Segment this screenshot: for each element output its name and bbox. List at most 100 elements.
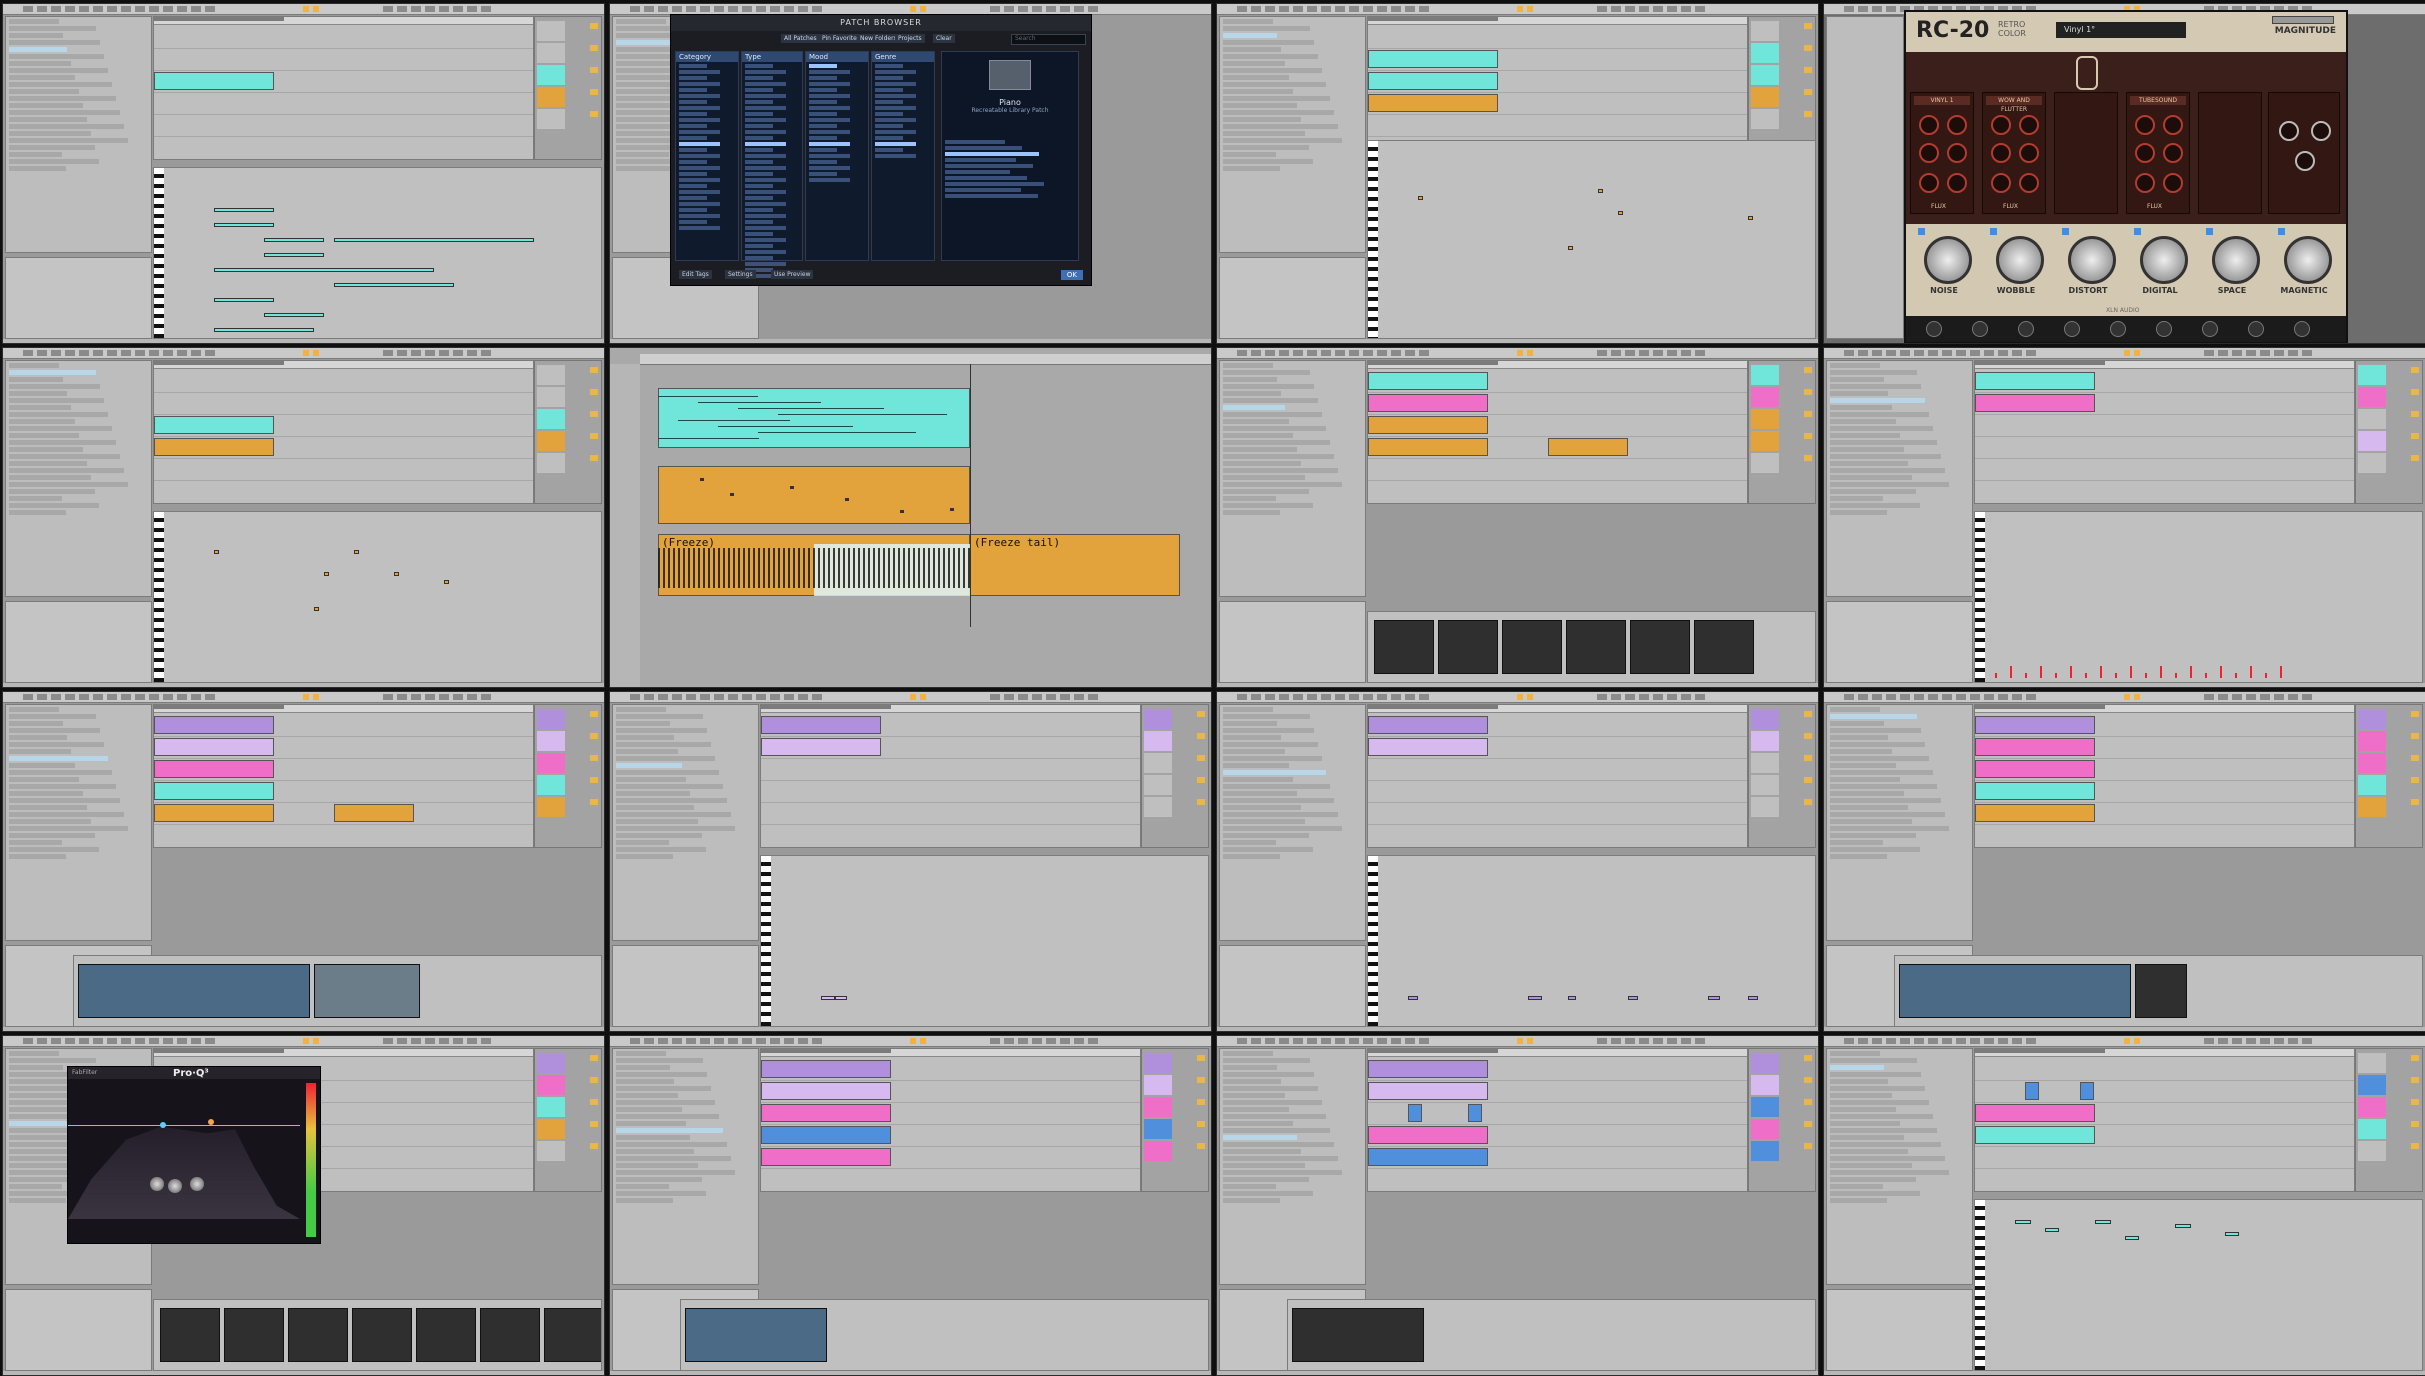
toolbar-button[interactable] <box>1695 350 1705 356</box>
browser-item[interactable] <box>1830 1128 1937 1133</box>
device[interactable] <box>1630 620 1690 674</box>
browser-item[interactable] <box>1223 110 1334 115</box>
toolbar-button[interactable] <box>1088 1038 1098 1044</box>
eq-band-node[interactable] <box>208 1119 214 1125</box>
browser-item[interactable] <box>1830 812 1945 817</box>
device[interactable] <box>1566 620 1626 674</box>
transport-button[interactable] <box>1293 1038 1303 1044</box>
patch-list-item[interactable] <box>745 196 773 200</box>
browser-item[interactable] <box>9 1051 59 1056</box>
transport-button[interactable] <box>1405 694 1415 700</box>
browser-item[interactable] <box>616 833 702 838</box>
browser-item[interactable] <box>1223 412 1322 417</box>
browser-item[interactable] <box>616 763 682 768</box>
browser-item[interactable] <box>1830 363 1880 368</box>
module-knob[interactable] <box>1991 115 2011 135</box>
browser-item[interactable] <box>1223 735 1281 740</box>
patch-list-item[interactable] <box>745 112 773 116</box>
browser-item[interactable] <box>1830 468 1945 473</box>
transport-button[interactable] <box>1307 6 1317 12</box>
track-activator[interactable] <box>1804 89 1812 95</box>
loop-brace[interactable] <box>154 1049 284 1053</box>
toolbar-button[interactable] <box>411 6 421 12</box>
track-activator[interactable] <box>1804 1121 1812 1127</box>
toolbar-button[interactable] <box>2274 350 2284 356</box>
browser-item[interactable] <box>1223 461 1301 466</box>
clip[interactable] <box>334 804 414 822</box>
toolbar-button[interactable] <box>1032 6 1042 12</box>
loop-brace[interactable] <box>1368 17 1498 21</box>
loop-brace[interactable] <box>761 705 891 709</box>
clip[interactable] <box>761 1126 891 1144</box>
browser-item[interactable] <box>616 1177 702 1182</box>
track-header[interactable] <box>537 431 565 451</box>
transport-button[interactable] <box>1307 694 1317 700</box>
transport-button[interactable] <box>630 694 640 700</box>
transport-button[interactable] <box>714 694 724 700</box>
browser-item[interactable] <box>9 1093 71 1098</box>
toolbar-button[interactable] <box>411 350 421 356</box>
footer-knob[interactable] <box>2294 321 2310 337</box>
transport-button[interactable] <box>205 694 215 700</box>
browser-item[interactable] <box>9 819 91 824</box>
browser-item[interactable] <box>616 777 686 782</box>
track-activator[interactable] <box>1804 1143 1812 1149</box>
browser-item[interactable] <box>9 19 59 24</box>
sampler-device[interactable] <box>78 964 310 1018</box>
patch-result-item[interactable] <box>945 188 1021 192</box>
browser-item[interactable] <box>1223 145 1309 150</box>
browser-item[interactable] <box>1223 1184 1276 1189</box>
transport-button[interactable] <box>770 694 780 700</box>
transport-button[interactable] <box>686 6 696 12</box>
track-header[interactable] <box>2358 1119 2386 1139</box>
patch-list-item[interactable] <box>745 106 786 110</box>
loop-brace[interactable] <box>1368 705 1498 709</box>
transport-button[interactable] <box>742 6 752 12</box>
toolbar-button[interactable] <box>2302 1038 2312 1044</box>
browser-item[interactable] <box>1223 82 1326 87</box>
search-field[interactable]: Search <box>1011 34 1086 45</box>
track-header[interactable] <box>1751 387 1779 407</box>
transport-button[interactable] <box>1279 350 1289 356</box>
browser-item[interactable] <box>1223 68 1322 73</box>
eq-band-node[interactable] <box>160 1122 166 1128</box>
browser-item[interactable] <box>9 1058 96 1063</box>
toolbar-button[interactable] <box>2260 350 2270 356</box>
browser-item[interactable] <box>1223 798 1334 803</box>
browser-item[interactable] <box>9 447 83 452</box>
transport-button[interactable] <box>1279 6 1289 12</box>
main-knob[interactable] <box>2212 236 2260 284</box>
transport-button[interactable] <box>1928 1038 1938 1044</box>
browser-item[interactable] <box>1223 75 1289 80</box>
browser-item[interactable] <box>9 812 124 817</box>
clip[interactable] <box>1468 1104 1482 1122</box>
browser-item[interactable] <box>1830 1093 1892 1098</box>
module-knob[interactable] <box>1919 143 1939 163</box>
patch-list-item[interactable] <box>679 118 720 122</box>
footer-knob[interactable] <box>2018 321 2034 337</box>
patch-result-item[interactable] <box>945 182 1044 186</box>
velocity-bar[interactable] <box>2190 666 2192 678</box>
magnitude-slider[interactable] <box>2272 16 2334 24</box>
module-knob[interactable] <box>1919 173 1939 193</box>
track-header[interactable] <box>1751 775 1779 795</box>
midi-note[interactable] <box>2125 1235 2139 1240</box>
transport-button[interactable] <box>798 6 808 12</box>
browser-item[interactable] <box>9 405 71 410</box>
transport-button[interactable] <box>51 350 61 356</box>
browser-item[interactable] <box>1830 1198 1887 1203</box>
clip[interactable] <box>1368 72 1498 90</box>
track-header[interactable] <box>537 1141 565 1161</box>
browser-item[interactable] <box>616 1107 682 1112</box>
transport-button[interactable] <box>672 694 682 700</box>
transport-button[interactable] <box>1377 6 1387 12</box>
browser-item[interactable] <box>9 68 108 73</box>
transport-button[interactable] <box>1914 694 1924 700</box>
device[interactable] <box>1502 620 1562 674</box>
browser-item[interactable] <box>9 26 96 31</box>
track-activator[interactable] <box>1804 1055 1812 1061</box>
browser-item[interactable] <box>1223 1121 1293 1126</box>
track-activator[interactable] <box>1804 389 1812 395</box>
transport-button[interactable] <box>1858 6 1868 12</box>
transport-button[interactable] <box>1405 6 1415 12</box>
